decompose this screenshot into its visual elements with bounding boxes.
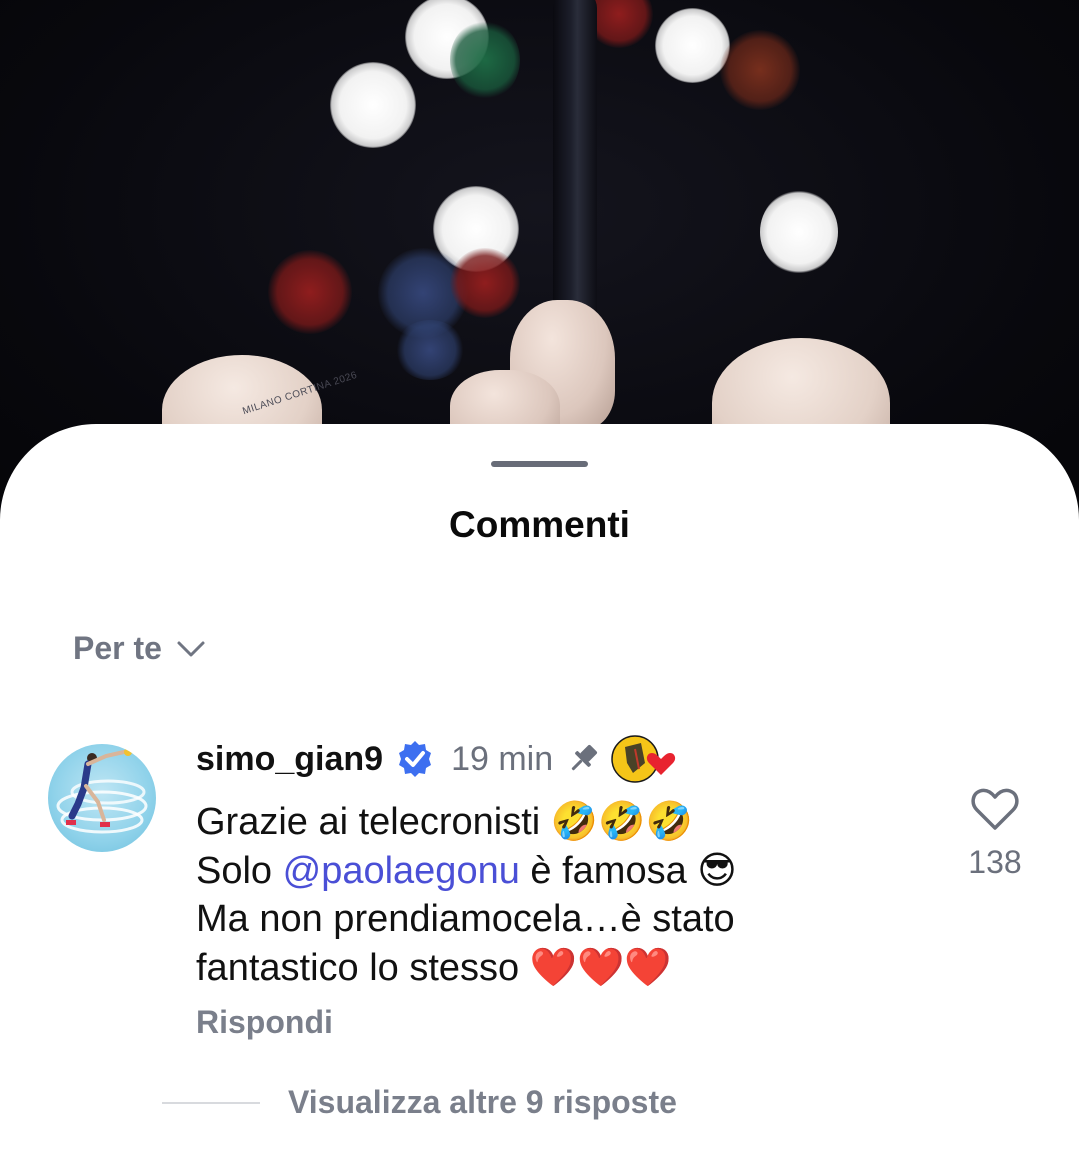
comment-username[interactable]: simo_gian9	[196, 740, 383, 779]
like-button[interactable]	[968, 784, 1022, 834]
verified-badge-icon	[395, 739, 435, 779]
like-count: 138	[968, 844, 1022, 880]
heart-outline-icon	[971, 788, 1019, 830]
screen: MILANO CORTINA 2026 Commenti Per te simo…	[0, 0, 1079, 1167]
bokeh-light	[720, 30, 800, 110]
comment-line: Ma non prendiamocela…è stato	[196, 898, 735, 940]
rofl-emoji: 🤣🤣🤣	[550, 799, 693, 843]
sort-filter-label: Per te	[73, 630, 162, 666]
divider-line	[162, 1101, 260, 1104]
mention-link[interactable]: @paolaegonu	[283, 850, 520, 892]
view-more-replies-button[interactable]: Visualizza altre 9 risposte	[162, 1084, 677, 1121]
comment-line: fantastico lo stesso ❤️❤️❤️	[196, 945, 672, 989]
comment-text: Grazie ai telecronisti 🤣🤣🤣 Solo @paolaeg…	[196, 797, 916, 992]
red-heart-emoji: ❤️❤️❤️	[529, 945, 672, 989]
comments-sheet: Commenti Per te simo_gian9 19 min Grazie…	[0, 424, 1079, 1167]
comment-line: Grazie ai telecronisti 🤣🤣🤣	[196, 799, 693, 843]
bokeh-light	[450, 248, 520, 318]
view-more-replies-label: Visualizza altre 9 risposte	[288, 1084, 677, 1120]
sunglasses-emoji: 😎	[697, 848, 737, 892]
bokeh-light	[395, 320, 465, 380]
creator-liked-indicator	[611, 733, 677, 785]
bokeh-light	[268, 250, 352, 334]
avatar[interactable]	[48, 744, 156, 852]
comment-header: simo_gian9 19 min	[196, 734, 677, 784]
sheet-title: Commenti	[449, 504, 630, 545]
bokeh-light	[450, 20, 520, 100]
pin-icon	[565, 741, 601, 777]
bokeh-light	[330, 62, 416, 148]
sort-filter-dropdown[interactable]: Per te	[73, 630, 206, 667]
bokeh-light	[655, 8, 730, 83]
comment-timestamp: 19 min	[451, 739, 554, 778]
bokeh-light	[760, 190, 838, 274]
comment-line: Solo @paolaegonu è famosa 😎	[196, 848, 737, 892]
avatar-image	[56, 748, 148, 834]
reply-button[interactable]: Rispondi	[196, 1004, 333, 1041]
chevron-down-icon	[176, 630, 206, 667]
drag-handle[interactable]	[491, 461, 588, 467]
